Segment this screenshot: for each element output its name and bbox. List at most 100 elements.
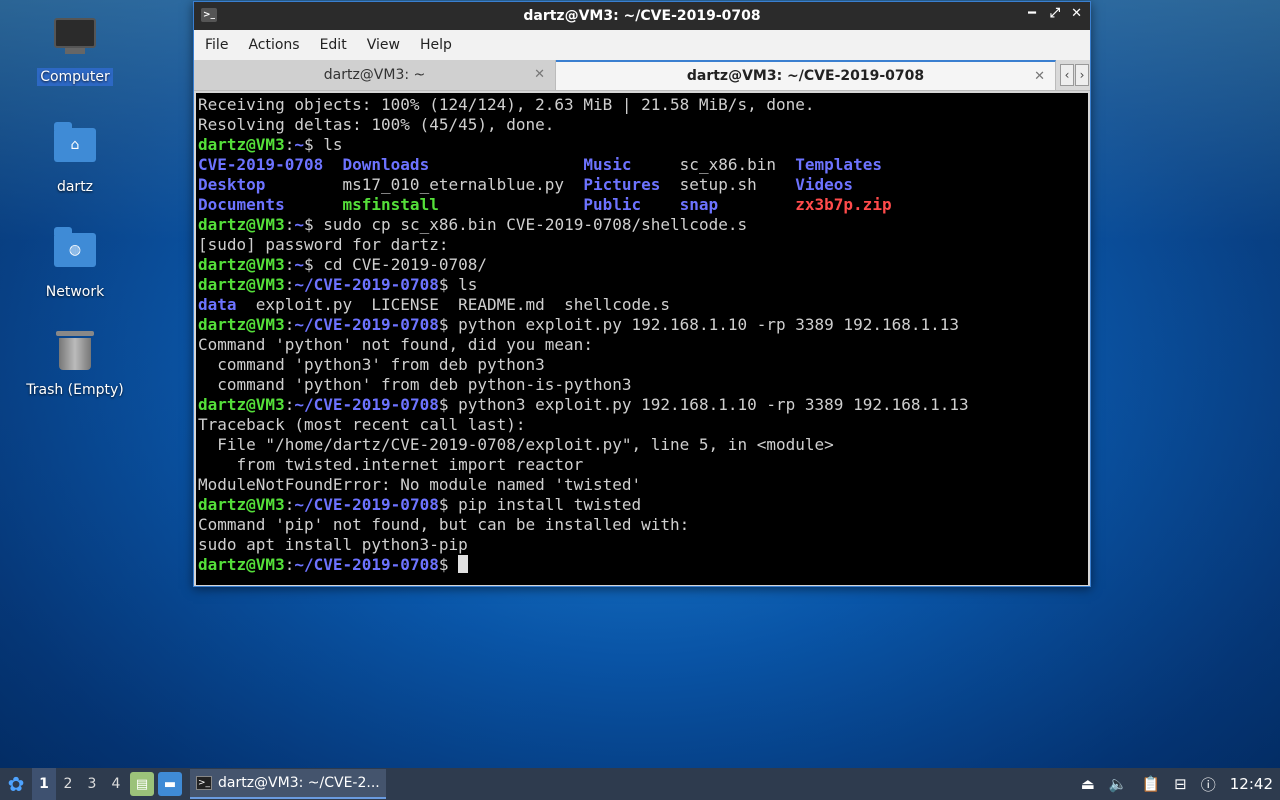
tab-home[interactable]: dartz@VM3: ~ ✕ [194, 60, 556, 90]
prompt-user: dartz@VM3 [198, 275, 285, 294]
terminal-line: dartz@VM3:~$ sudo cp sc_x86.bin CVE-2019… [198, 215, 1086, 235]
terminal-line: dartz@VM3:~$ ls [198, 135, 1086, 155]
taskbar: ✿ 1 2 3 4 ▤ ▬ >_ dartz@VM3: ~/CVE-2... ⏏… [0, 768, 1280, 800]
file-manager-icon[interactable]: ▤ [130, 772, 154, 796]
menu-help[interactable]: Help [413, 37, 459, 53]
menu-file[interactable]: File [198, 37, 235, 53]
tab-close-icon[interactable]: ✕ [1034, 69, 1045, 84]
ls-entry: Public [583, 195, 642, 214]
terminal-line: Resolving deltas: 100% (45/45), done. [198, 115, 1086, 135]
command-text [448, 555, 458, 574]
terminal-line: from twisted.internet import reactor [198, 455, 1086, 475]
clock[interactable]: 12:42 [1230, 775, 1273, 793]
terminal-line: dartz@VM3:~/CVE-2019-0708$ pip install t… [198, 495, 1086, 515]
terminal-line: dartz@VM3:~$ cd CVE-2019-0708/ [198, 255, 1086, 275]
output-text: Resolving deltas: 100% (45/45), done. [198, 115, 555, 134]
prompt-sep: : [284, 315, 295, 334]
terminal-line: sudo apt install python3-pip [198, 535, 1086, 555]
prompt-path: ~/CVE-2019-0708 [294, 395, 439, 414]
terminal-line: [sudo] password for dartz: [198, 235, 1086, 255]
start-menu-icon[interactable]: ✿ [0, 768, 32, 800]
terminal-line: dartz@VM3:~/CVE-2019-0708$ [198, 555, 1086, 575]
prompt-user: dartz@VM3 [198, 395, 285, 414]
terminal-line: Command 'pip' not found, but can be inst… [198, 515, 1086, 535]
workspace-3[interactable]: 3 [80, 768, 104, 800]
desktop-icon-computer[interactable]: Computer [20, 18, 130, 86]
taskbar-item-terminal[interactable]: >_ dartz@VM3: ~/CVE-2... [190, 769, 386, 799]
terminal-line: command 'python3' from deb python3 [198, 355, 1086, 375]
desktop-icon-home-folder[interactable]: ⌂ dartz [20, 122, 130, 196]
output-text: File "/home/dartz/CVE-2019-0708/exploit.… [198, 435, 834, 454]
prompt-path: ~ [294, 135, 304, 154]
prompt-user: dartz@VM3 [198, 135, 285, 154]
notification-icon[interactable]: ⓘ [1201, 774, 1216, 795]
tab-bar: dartz@VM3: ~ ✕ dartz@VM3: ~/CVE-2019-070… [194, 60, 1090, 91]
network-icon[interactable]: ⊟ [1174, 775, 1187, 793]
desktop-icon-network[interactable]: ◍ Network [20, 227, 130, 301]
ls-entry: Desktop [198, 175, 266, 194]
ls-entry: LICENSE [371, 295, 439, 314]
desktop-icon-label: Trash (Empty) [26, 382, 124, 398]
eject-icon[interactable]: ⏏ [1081, 775, 1095, 793]
window-titlebar[interactable]: >_ dartz@VM3: ~/CVE-2019-0708 ━ ⤢ ✕ [194, 2, 1090, 30]
menu-view[interactable]: View [360, 37, 407, 53]
prompt-sep: : [284, 495, 295, 514]
command-text: pip install twisted [448, 495, 642, 514]
show-desktop-icon[interactable]: ▬ [158, 772, 182, 796]
tab-scroll-left-icon[interactable]: ‹ [1060, 64, 1074, 86]
tab-label: dartz@VM3: ~/CVE-2019-0708 [686, 68, 925, 84]
prompt-user: dartz@VM3 [198, 495, 285, 514]
ls-entry: README.md [458, 295, 545, 314]
tab-cve[interactable]: dartz@VM3: ~/CVE-2019-0708 ✕ [556, 60, 1056, 90]
output-text: [sudo] password for dartz: [198, 235, 449, 254]
prompt-dollar: $ [303, 255, 314, 274]
menu-edit[interactable]: Edit [313, 37, 354, 53]
prompt-sep: : [284, 555, 295, 574]
terminal-output[interactable]: Receiving objects: 100% (124/124), 2.63 … [196, 93, 1088, 585]
output-text: ModuleNotFoundError: No module named 'tw… [198, 475, 642, 494]
command-text: python exploit.py 192.168.1.10 -rp 3389 … [448, 315, 960, 334]
network-folder-icon: ◍ [53, 227, 97, 277]
ls-entry: ms17_010_eternalblue.py [342, 175, 565, 194]
command-text: ls [313, 135, 343, 154]
terminal-line: Desktop ms17_010_eternalblue.py Pictures… [198, 175, 1086, 195]
prompt-sep: : [284, 395, 295, 414]
tab-scroll-right-icon[interactable]: › [1075, 64, 1089, 86]
terminal-icon: >_ [201, 8, 217, 22]
terminal-line: data exploit.py LICENSE README.md shellc… [198, 295, 1086, 315]
terminal-line: dartz@VM3:~/CVE-2019-0708$ ls [198, 275, 1086, 295]
terminal-line: command 'python' from deb python-is-pyth… [198, 375, 1086, 395]
tab-close-icon[interactable]: ✕ [534, 67, 545, 82]
prompt-user: dartz@VM3 [198, 255, 285, 274]
terminal-icon: >_ [196, 776, 212, 790]
maximize-icon[interactable]: ⤢ [1050, 6, 1060, 21]
terminal-line: Traceback (most recent call last): [198, 415, 1086, 435]
ls-entry: Downloads [342, 155, 430, 174]
volume-icon[interactable]: 🔈 [1109, 775, 1128, 793]
ls-entry: shellcode.s [564, 295, 671, 314]
workspace-2[interactable]: 2 [56, 768, 80, 800]
prompt-path: ~/CVE-2019-0708 [294, 275, 439, 294]
prompt-path: ~/CVE-2019-0708 [294, 555, 439, 574]
terminal-line: Documents msfinstall Public snap zx3b7p.… [198, 195, 1086, 215]
menu-actions[interactable]: Actions [241, 37, 306, 53]
prompt-sep: : [284, 135, 295, 154]
ls-entry: CVE-2019-0708 [198, 155, 324, 174]
ls-entry: Videos [795, 175, 854, 194]
trash-icon [53, 331, 97, 375]
desktop-icon-label: Network [45, 284, 105, 300]
minimize-icon[interactable]: ━ [1028, 6, 1036, 21]
desktop-icon-trash[interactable]: Trash (Empty) [20, 331, 130, 399]
close-icon[interactable]: ✕ [1071, 6, 1082, 21]
tab-label: dartz@VM3: ~ [323, 67, 426, 83]
task-label: dartz@VM3: ~/CVE-2... [218, 775, 380, 791]
ls-entry: Music [583, 155, 632, 174]
prompt-path: ~/CVE-2019-0708 [294, 495, 439, 514]
clipboard-icon[interactable]: 📋 [1141, 775, 1160, 793]
prompt-dollar: $ [303, 215, 314, 234]
prompt-path: ~ [294, 255, 304, 274]
workspace-4[interactable]: 4 [104, 768, 128, 800]
prompt-user: dartz@VM3 [198, 215, 285, 234]
workspace-1[interactable]: 1 [32, 768, 56, 800]
terminal-line: Receiving objects: 100% (124/124), 2.63 … [198, 95, 1086, 115]
